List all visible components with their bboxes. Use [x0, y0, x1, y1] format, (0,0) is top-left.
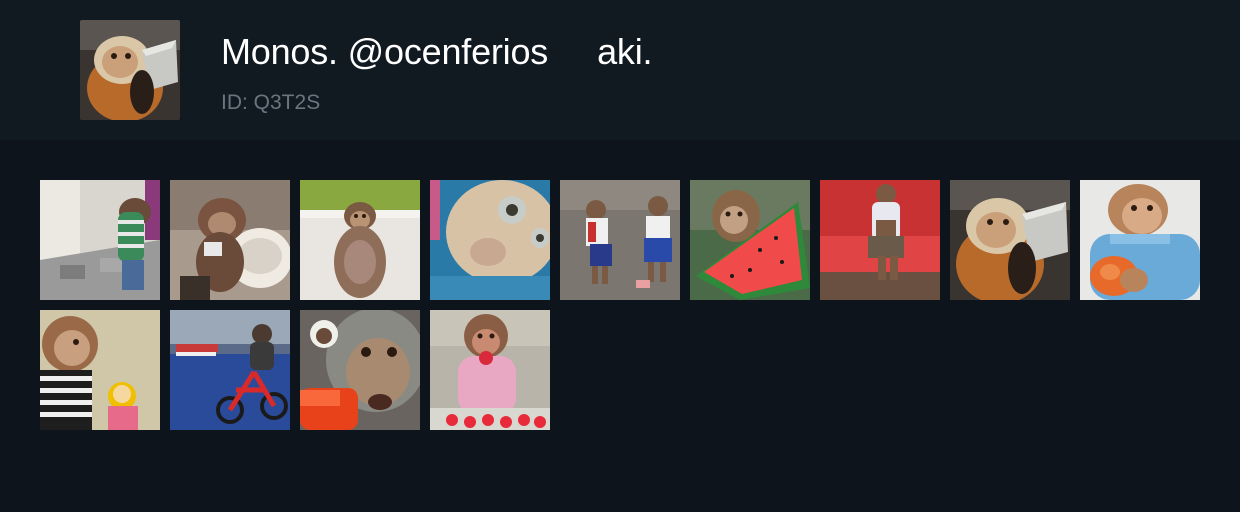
channel-id: ID: Q3T2S — [221, 91, 321, 114]
video-thumbnail[interactable] — [430, 180, 550, 300]
video-thumbnail[interactable] — [300, 180, 420, 300]
thumbnail-image — [430, 180, 550, 300]
video-thumbnail[interactable] — [170, 310, 290, 430]
video-thumbnail[interactable] — [560, 180, 680, 300]
thumbnail-image — [170, 180, 290, 300]
video-thumbnail[interactable] — [820, 180, 940, 300]
thumbnail-image — [560, 180, 680, 300]
thumbnail-image — [820, 180, 940, 300]
thumbnail-image — [690, 180, 810, 300]
thumbnail-image — [40, 180, 160, 300]
thumbnail-image — [40, 310, 160, 430]
video-thumbnail[interactable] — [40, 310, 160, 430]
thumbnail-image — [300, 310, 420, 430]
video-thumbnail[interactable] — [40, 180, 160, 300]
video-thumbnail[interactable] — [1080, 180, 1200, 300]
video-thumbnail[interactable] — [690, 180, 810, 300]
thumbnail-image — [300, 180, 420, 300]
channel-header: Monos. @ocenferios aki. ID: Q3T2S — [0, 0, 1240, 140]
thumbnail-image — [950, 180, 1070, 300]
thumbnail-image — [1080, 180, 1200, 300]
avatar-image — [80, 20, 180, 120]
video-thumbnail[interactable] — [430, 310, 550, 430]
channel-title: Monos. @ocenferios aki. — [221, 31, 653, 72]
video-thumbnail[interactable] — [170, 180, 290, 300]
video-thumbnail[interactable] — [950, 180, 1070, 300]
video-thumbnail[interactable] — [300, 310, 420, 430]
thumbnail-image — [430, 310, 550, 430]
thumbnail-image — [170, 310, 290, 430]
channel-avatar[interactable] — [80, 20, 180, 120]
